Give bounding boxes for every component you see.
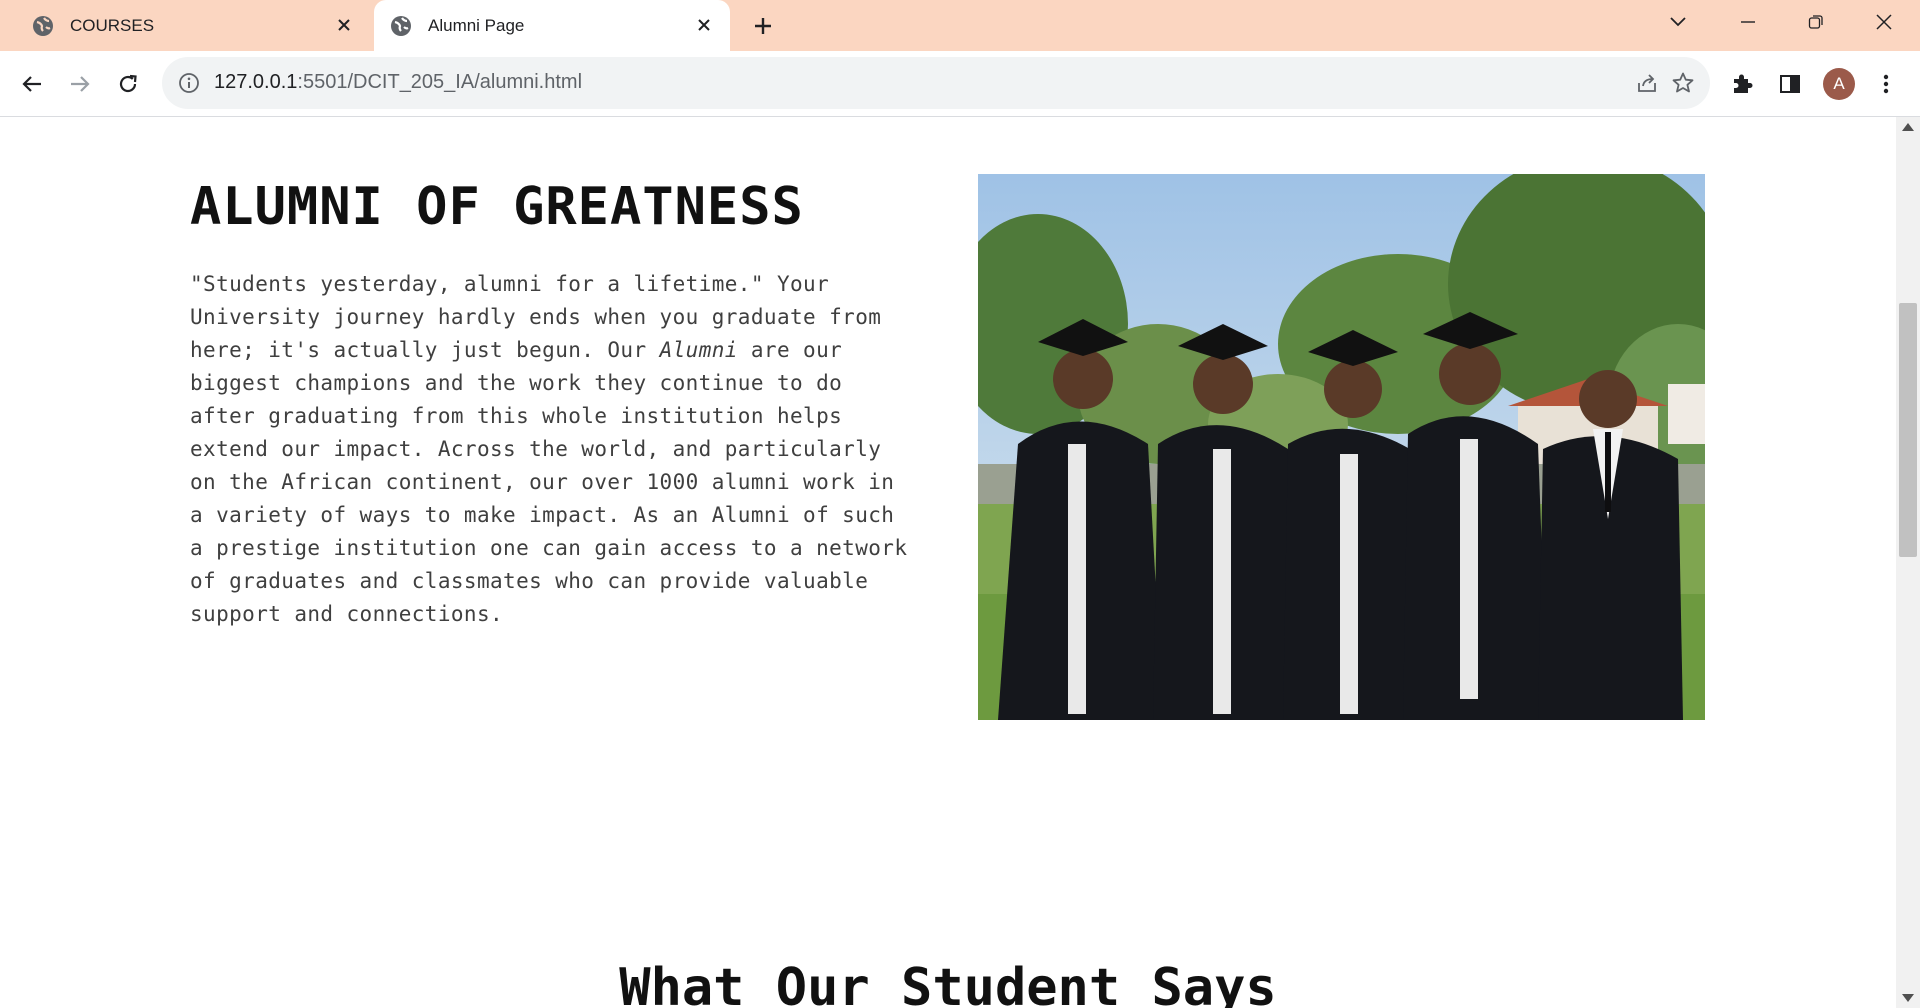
tab-alumni-page[interactable]: Alumni Page xyxy=(374,0,730,51)
graduates-photo-illustration xyxy=(978,174,1705,720)
url-path: :5501/DCIT_205_IA/alumni.html xyxy=(297,71,583,93)
restore-button[interactable] xyxy=(1786,0,1846,44)
scroll-thumb[interactable] xyxy=(1899,303,1917,557)
browser-toolbar: 127.0.0.1:5501/DCIT_205_IA/alumni.html A xyxy=(0,51,1920,117)
extensions-icon[interactable] xyxy=(1726,68,1758,100)
arrow-right-icon xyxy=(71,76,90,92)
hero-text-part: are our biggest champions and the work t… xyxy=(190,338,908,626)
reload-button[interactable] xyxy=(110,66,146,102)
tab-label: Alumni Page xyxy=(428,15,525,35)
globe-icon xyxy=(390,15,412,37)
tab-search-button[interactable] xyxy=(1648,0,1708,44)
address-bar[interactable]: 127.0.0.1:5501/DCIT_205_IA/alumni.html xyxy=(162,57,1710,109)
scroll-up-arrow-icon[interactable] xyxy=(1902,123,1914,131)
page-viewport: ALUMNI OF GREATNESS "Students yesterday,… xyxy=(0,117,1896,1008)
hero-text-emphasis: Alumni xyxy=(659,338,738,362)
reload-icon xyxy=(119,74,137,93)
page-title: ALUMNI OF GREATNESS xyxy=(190,177,804,237)
share-icon[interactable] xyxy=(1634,70,1660,96)
more-menu-icon[interactable] xyxy=(1870,68,1902,100)
globe-icon xyxy=(32,15,54,37)
minimize-button[interactable] xyxy=(1718,0,1778,44)
tab-strip: COURSES Alumni Page xyxy=(0,0,1920,51)
profile-avatar[interactable]: A xyxy=(1823,68,1855,100)
close-icon[interactable] xyxy=(332,13,356,37)
hero-paragraph: "Students yesterday, alumni for a lifeti… xyxy=(190,268,920,631)
page-scrollbar[interactable] xyxy=(1896,117,1920,1008)
url-text: 127.0.0.1:5501/DCIT_205_IA/alumni.html xyxy=(214,71,582,94)
url-host: 127.0.0.1 xyxy=(214,71,298,93)
forward-button[interactable] xyxy=(62,66,98,102)
info-icon[interactable] xyxy=(178,72,200,94)
star-icon[interactable] xyxy=(1670,70,1696,96)
minimize-icon xyxy=(1741,21,1755,23)
section-title-testimonials: What Our Student Says xyxy=(619,958,1277,1008)
tab-label: COURSES xyxy=(70,15,155,35)
restore-icon xyxy=(1808,15,1823,29)
new-tab-button[interactable] xyxy=(748,11,778,41)
back-button[interactable] xyxy=(14,66,50,102)
close-window-button[interactable] xyxy=(1854,0,1914,44)
close-icon[interactable] xyxy=(692,13,716,37)
side-panel-icon[interactable] xyxy=(1774,68,1806,100)
alumni-photo xyxy=(978,174,1705,720)
chevron-down-icon xyxy=(1670,17,1686,27)
scroll-down-arrow-icon[interactable] xyxy=(1902,994,1914,1002)
arrow-left-icon xyxy=(22,76,41,92)
plus-icon xyxy=(755,18,771,34)
close-icon xyxy=(1876,14,1892,30)
tab-courses[interactable]: COURSES xyxy=(12,0,370,51)
